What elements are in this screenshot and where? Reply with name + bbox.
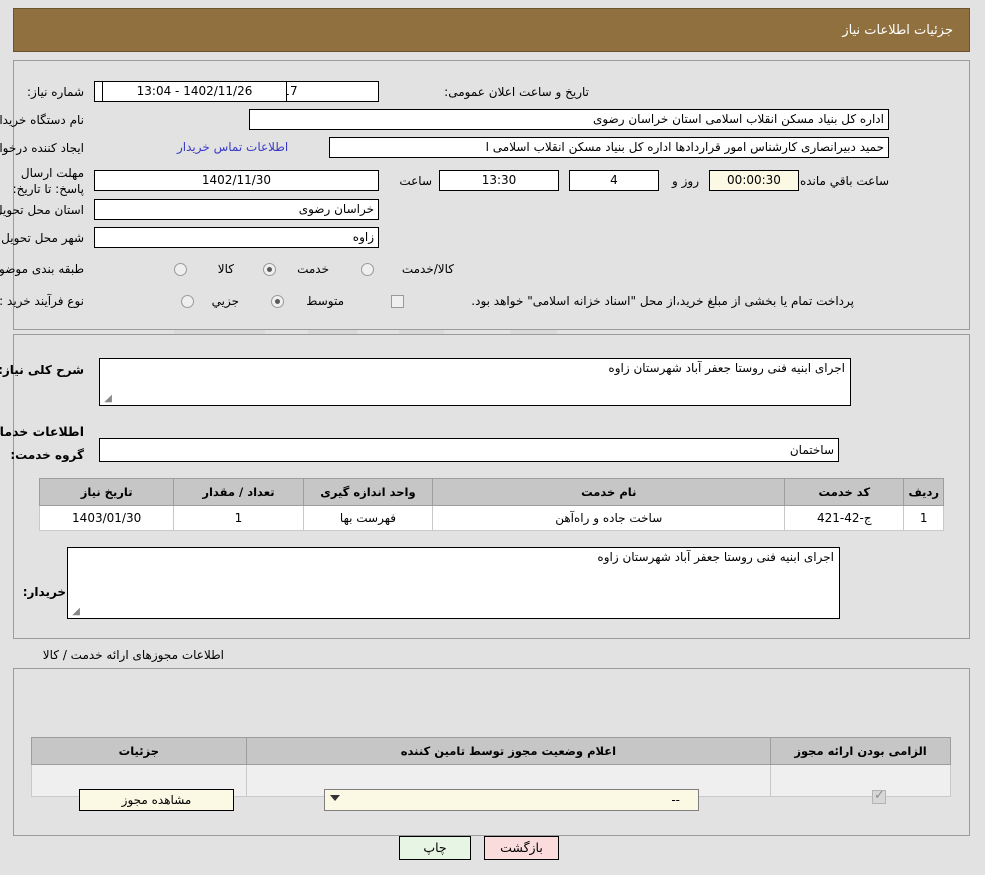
cell-date: 1403/01/30 [39, 505, 176, 531]
creator-field[interactable]: حمید دبیرانصاری کارشناس امور قراردادها ا… [330, 137, 890, 158]
th-qty: تعداد / مقدار [174, 478, 305, 506]
cell-row: 1 [904, 505, 945, 531]
cell-code: ج-42-421 [785, 505, 906, 531]
announce-datetime-field[interactable]: 1402/11/26 - 13:04 [103, 81, 288, 102]
buyer-notes-text: اجرای ابنیه فنی روستا جعفر آباد شهرستان … [598, 550, 835, 564]
buyer-org-label: نام دستگاه خریدار: [0, 113, 85, 127]
process-type-label: نوع فرآیند خرید : [0, 294, 85, 308]
th-unit: واحد اندازه گیری [303, 478, 435, 506]
days-label: روز و [673, 174, 700, 188]
deadline-label: مهلت ارسال پاسخ: تا تاریخ: [13, 166, 85, 196]
radio-label-goods: کالا [218, 262, 235, 276]
cell-qty: 1 [174, 505, 305, 531]
th-permit-required: الزامی بودن ارائه مجوز [771, 737, 952, 765]
countdown-timer-field: 00:00:30 [710, 170, 800, 191]
permits-table: الزامی بودن ارائه مجوز اعلام وضعیت مجوز … [32, 737, 952, 797]
buyer-contact-link[interactable]: اطلاعات تماس خریدار [178, 140, 289, 154]
page-root: AnaTender.net جزئیات اطلاعات نیاز شماره … [0, 0, 985, 875]
service-table-header-row: ردیف کد خدمت نام خدمت واحد اندازه گیری ت… [39, 478, 945, 506]
city-field[interactable]: زاوه [95, 227, 380, 248]
resize-handle-icon-2[interactable]: ◢ [71, 607, 81, 617]
table-row[interactable]: 1 ج-42-421 ساخت جاده و راه‌آهن فهرست بها… [39, 505, 945, 531]
category-label: طبقه بندی موضوعی: [0, 262, 85, 276]
need-description-text: اجرای ابنیه فنی روستا جعفر آباد شهرستان … [609, 361, 846, 375]
radio-category-service[interactable] [264, 263, 277, 276]
need-number-label: شماره نیاز: [28, 85, 85, 99]
th-permit-status: اعلام وضعیت مجوز توسط تامین کننده [246, 737, 773, 765]
hour-label: ساعت [400, 174, 433, 188]
creator-label: ایجاد کننده درخواست: [0, 141, 85, 155]
cell-unit: فهرست بها [303, 505, 435, 531]
th-row: ردیف [904, 478, 945, 506]
radio-label-minor: جزیي [212, 294, 240, 308]
radio-label-service: خدمت [298, 262, 330, 276]
cell-name: ساخت جاده و راه‌آهن [433, 505, 787, 531]
buyer-org-field[interactable]: اداره کل بنیاد مسکن انقلاب اسلامی استان … [250, 109, 890, 130]
th-code: کد خدمت [785, 478, 906, 506]
view-permit-button[interactable]: مشاهده مجوز [80, 789, 235, 811]
permit-status-select[interactable]: -- [325, 789, 700, 811]
countdown-label: ساعت باقي مانده [800, 174, 890, 188]
th-name: نام خدمت [433, 478, 787, 506]
checkbox-treasury-payment[interactable] [392, 295, 405, 308]
remaining-days-field[interactable]: 4 [570, 170, 660, 191]
treasury-payment-note: پرداخت تمام یا بخشی از مبلغ خرید،از محل … [472, 294, 855, 308]
service-group-label: گروه خدمت: [11, 448, 85, 462]
announce-datetime-label: تاریخ و ساعت اعلان عمومی: [445, 85, 590, 99]
print-button[interactable]: چاپ [400, 836, 472, 860]
deadline-date-field[interactable]: 1402/11/30 [95, 170, 380, 191]
radio-category-goods-service[interactable] [362, 263, 375, 276]
permit-status-value: -- [672, 793, 681, 807]
service-group-field[interactable]: ساختمان [100, 438, 840, 462]
permits-section-title: اطلاعات مجوزهای ارائه خدمت / کالا [43, 648, 225, 662]
radio-process-minor[interactable] [182, 295, 195, 308]
city-label: شهر محل تحویل: [0, 231, 85, 245]
th-permit-details: جزئیات [32, 737, 248, 765]
radio-label-goods-service: کالا/خدمت [402, 262, 455, 276]
buyer-notes-textarea[interactable]: اجرای ابنیه فنی روستا جعفر آباد شهرستان … [68, 547, 841, 619]
need-description-label: شرح کلی نیاز: [0, 363, 85, 377]
chevron-down-icon [331, 795, 341, 801]
radio-label-medium: متوسط [307, 294, 345, 308]
service-table: ردیف کد خدمت نام خدمت واحد اندازه گیری ت… [39, 478, 945, 531]
cell-permit-required [771, 764, 952, 797]
radio-process-medium[interactable] [272, 295, 285, 308]
radio-category-goods[interactable] [175, 263, 188, 276]
page-header: جزئیات اطلاعات نیاز [14, 8, 971, 52]
service-section-title: اطلاعات خدمات مورد نیاز [0, 424, 85, 439]
permit-required-checkbox [873, 788, 887, 804]
province-field[interactable]: خراسان رضوی [95, 199, 380, 220]
permits-table-header-row: الزامی بودن ارائه مجوز اعلام وضعیت مجوز … [32, 737, 952, 765]
page-title: جزئیات اطلاعات نیاز [843, 23, 954, 38]
deadline-hour-field[interactable]: 13:30 [440, 170, 560, 191]
resize-handle-icon[interactable]: ◢ [103, 394, 113, 404]
need-description-textarea[interactable]: اجرای ابنیه فنی روستا جعفر آباد شهرستان … [100, 358, 852, 406]
th-date: تاریخ نیاز [39, 478, 176, 506]
province-label: استان محل تحویل: [0, 203, 85, 217]
back-button[interactable]: بازگشت [485, 836, 560, 860]
